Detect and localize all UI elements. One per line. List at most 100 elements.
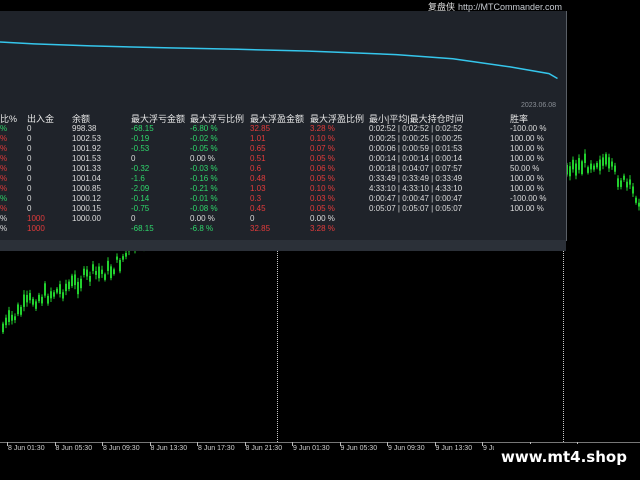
candle-body bbox=[605, 154, 607, 165]
candle-body bbox=[74, 274, 76, 286]
row-max-gain: 1.03 bbox=[250, 184, 266, 193]
row-max-gain-pct: 0.05 % bbox=[310, 174, 335, 183]
row-hold-time: 0:00:06 | 0:00:59 | 0:01:53 bbox=[369, 144, 463, 153]
x-axis-label: 9 Jun 13:30 bbox=[435, 445, 473, 452]
row-deposit: 0 bbox=[27, 154, 32, 163]
row-max-gain: 0.51 bbox=[250, 154, 266, 163]
row-max-gain-pct: 3.28 % bbox=[310, 124, 335, 133]
candle-body bbox=[62, 292, 64, 299]
row-max-gain: 1.01 bbox=[250, 134, 266, 143]
row-hold-time: 0:05:07 | 0:05:07 | 0:05:07 bbox=[369, 204, 463, 213]
x-axis-label: 8 Jun 13:30 bbox=[150, 445, 188, 452]
candle-body bbox=[569, 166, 571, 177]
row-lead: % bbox=[0, 134, 8, 143]
row-max-gain-pct: 0.03 % bbox=[310, 194, 335, 203]
candle-body bbox=[587, 167, 589, 173]
table-row: % 0 1001.53 0 0.00 % 0.51 0.05 % 0:00:14 | 0:00… bbox=[0, 154, 566, 164]
row-max-gain: 0.45 bbox=[250, 204, 266, 213]
row-balance: 1001.53 bbox=[72, 154, 101, 163]
header-max-loss: 最大浮亏金额 bbox=[131, 114, 186, 124]
total-max-loss: -68.15 bbox=[131, 224, 154, 233]
x-axis-label: 9 Jun 05:30 bbox=[340, 445, 378, 452]
row-hold-time: 0:02:52 | 0:02:52 | 0:02:52 bbox=[369, 124, 463, 133]
row-lead: % bbox=[0, 214, 8, 223]
row-deposit: 0 bbox=[27, 174, 32, 183]
candle-body bbox=[83, 268, 85, 275]
row-max-loss-pct: -0.03 % bbox=[190, 164, 218, 173]
candle-body bbox=[608, 157, 610, 169]
candle-body bbox=[5, 317, 7, 326]
row-max-gain: 0.6 bbox=[250, 164, 262, 173]
row-max-loss-pct: -0.08 % bbox=[190, 204, 218, 213]
candle-body bbox=[581, 161, 583, 175]
row-lead: % bbox=[0, 174, 8, 183]
row-winrate: 100.00 % bbox=[510, 174, 544, 183]
row-winrate: -100.00 % bbox=[510, 124, 547, 133]
candle-body bbox=[107, 260, 109, 271]
x-axis-label: 9 Jun 09:30 bbox=[388, 445, 425, 452]
header-max-gain-pct: 最大浮盈比例 bbox=[310, 114, 365, 124]
row-max-gain-pct: 0.10 % bbox=[310, 184, 335, 193]
candle-body bbox=[71, 275, 73, 287]
row-deposit: 0 bbox=[27, 184, 32, 193]
row-deposit: 0 bbox=[27, 164, 32, 173]
table-row: % 0 1000.15 -0.75 -0.08 % 0.45 0.05 % 0:05:07 |… bbox=[0, 204, 566, 214]
row-lead: % bbox=[0, 194, 8, 203]
row-max-gain-pct: 0.06 % bbox=[310, 164, 335, 173]
candle-body bbox=[101, 269, 103, 274]
candle-body bbox=[602, 157, 604, 166]
row-hold-time: 0:00:47 | 0:00:47 | 0:00:47 bbox=[369, 194, 463, 203]
equity-line bbox=[0, 41, 558, 80]
row-max-loss-pct: -0.21 % bbox=[190, 184, 218, 193]
row-winrate: 100.00 % bbox=[510, 184, 544, 193]
row-lead: % bbox=[0, 204, 8, 213]
candle-body bbox=[47, 295, 49, 304]
row-hold-time: 4:33:10 | 4:33:10 | 4:33:10 bbox=[369, 184, 463, 193]
header-ratio: 比% bbox=[0, 114, 18, 124]
header-max-gain: 最大浮盈金额 bbox=[250, 114, 305, 124]
candle-body bbox=[14, 316, 16, 321]
candle-body bbox=[116, 256, 118, 260]
candle-body bbox=[77, 281, 79, 295]
candle-body bbox=[2, 323, 4, 333]
candle-body bbox=[125, 253, 127, 257]
row-max-gain-pct: 0.07 % bbox=[310, 144, 335, 153]
row-max-loss-pct: -6.80 % bbox=[190, 124, 218, 133]
row-max-gain: 0.48 bbox=[250, 174, 266, 183]
candle-body bbox=[113, 269, 115, 274]
row-deposit: 0 bbox=[27, 134, 32, 143]
total-deposit: 1000 bbox=[27, 224, 45, 233]
candle-body bbox=[68, 281, 70, 290]
row-winrate: 100.00 % bbox=[510, 154, 544, 163]
candle-body bbox=[572, 159, 574, 170]
candle-body bbox=[599, 159, 601, 171]
x-axis-label: 8 Jun 21:30 bbox=[245, 445, 283, 452]
row-winrate: 50.00 % bbox=[510, 164, 540, 173]
row-max-loss: 0 bbox=[131, 214, 136, 223]
row-deposit: 0 bbox=[27, 124, 32, 133]
candle-body bbox=[17, 304, 19, 315]
row-max-loss: -0.14 bbox=[131, 194, 150, 203]
candle-body bbox=[59, 284, 61, 295]
x-axis-label: 8 Jun 05:30 bbox=[55, 445, 93, 452]
row-deposit: 0 bbox=[27, 144, 32, 153]
candle-body bbox=[593, 165, 595, 170]
brand-url[interactable]: http://MTCommander.com bbox=[458, 2, 562, 12]
equity-chart-date: 2023.06.08 bbox=[520, 102, 556, 109]
row-balance: 1001.04 bbox=[72, 174, 101, 183]
row-max-gain-pct: 0.05 % bbox=[310, 154, 335, 163]
stats-panel[interactable]: 2023.06.08 比% 出入金 余额 最大浮亏金额 最大浮亏比例 最大浮盈金… bbox=[0, 11, 567, 251]
candle-body bbox=[86, 269, 88, 277]
row-max-loss: -1.6 bbox=[131, 174, 145, 183]
row-deposit: 0 bbox=[27, 194, 32, 203]
brand-link[interactable]: 复盘侠 http://MTCommander.com bbox=[428, 0, 562, 13]
row-max-loss: -0.19 bbox=[131, 134, 150, 143]
row-max-gain: 0 bbox=[250, 214, 255, 223]
table-row: % 0 998.38 -68.15 -6.80 % 32.85 3.28 % 0:02:52 … bbox=[0, 124, 566, 134]
candle-body bbox=[611, 161, 613, 167]
header-max-loss-pct: 最大浮亏比例 bbox=[190, 114, 245, 124]
candle-body bbox=[44, 283, 46, 296]
candle-body bbox=[575, 163, 577, 176]
row-balance: 1001.92 bbox=[72, 144, 101, 153]
row-max-gain-pct: 0.00 % bbox=[310, 214, 335, 223]
